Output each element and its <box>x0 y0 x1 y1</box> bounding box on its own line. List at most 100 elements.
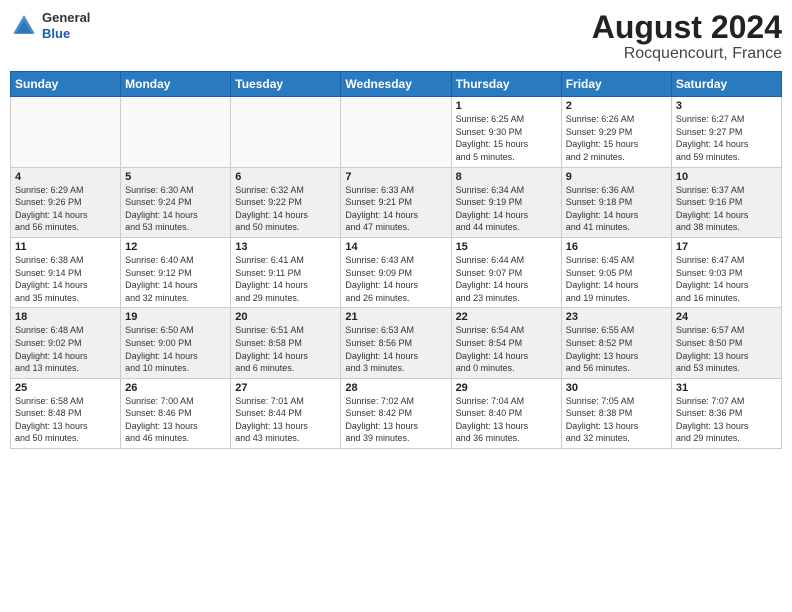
day-info: Sunrise: 6:57 AM Sunset: 8:50 PM Dayligh… <box>676 324 777 374</box>
day-number: 27 <box>235 382 336 394</box>
logo: General Blue <box>10 10 90 41</box>
day-number: 26 <box>125 382 226 394</box>
calendar-day-cell: 21Sunrise: 6:53 AM Sunset: 8:56 PM Dayli… <box>341 308 451 378</box>
day-info: Sunrise: 6:26 AM Sunset: 9:29 PM Dayligh… <box>566 113 667 163</box>
calendar-day-cell: 17Sunrise: 6:47 AM Sunset: 9:03 PM Dayli… <box>671 237 781 307</box>
day-info: Sunrise: 6:30 AM Sunset: 9:24 PM Dayligh… <box>125 184 226 234</box>
calendar-day-cell: 16Sunrise: 6:45 AM Sunset: 9:05 PM Dayli… <box>561 237 671 307</box>
day-of-week-header: Monday <box>121 72 231 97</box>
calendar-day-cell <box>11 97 121 167</box>
calendar-day-cell: 24Sunrise: 6:57 AM Sunset: 8:50 PM Dayli… <box>671 308 781 378</box>
day-info: Sunrise: 6:34 AM Sunset: 9:19 PM Dayligh… <box>456 184 557 234</box>
day-of-week-header: Wednesday <box>341 72 451 97</box>
calendar-day-cell: 14Sunrise: 6:43 AM Sunset: 9:09 PM Dayli… <box>341 237 451 307</box>
day-info: Sunrise: 6:54 AM Sunset: 8:54 PM Dayligh… <box>456 324 557 374</box>
day-number: 10 <box>676 171 777 183</box>
day-number: 3 <box>676 100 777 112</box>
calendar-day-cell: 25Sunrise: 6:58 AM Sunset: 8:48 PM Dayli… <box>11 378 121 448</box>
day-number: 30 <box>566 382 667 394</box>
day-number: 7 <box>345 171 446 183</box>
day-of-week-header: Tuesday <box>231 72 341 97</box>
day-info: Sunrise: 6:40 AM Sunset: 9:12 PM Dayligh… <box>125 254 226 304</box>
calendar-day-cell: 15Sunrise: 6:44 AM Sunset: 9:07 PM Dayli… <box>451 237 561 307</box>
calendar-day-cell: 23Sunrise: 6:55 AM Sunset: 8:52 PM Dayli… <box>561 308 671 378</box>
calendar-day-cell: 4Sunrise: 6:29 AM Sunset: 9:26 PM Daylig… <box>11 167 121 237</box>
day-info: Sunrise: 7:07 AM Sunset: 8:36 PM Dayligh… <box>676 395 777 445</box>
day-number: 20 <box>235 311 336 323</box>
calendar-day-cell <box>231 97 341 167</box>
calendar-day-cell: 13Sunrise: 6:41 AM Sunset: 9:11 PM Dayli… <box>231 237 341 307</box>
day-info: Sunrise: 6:55 AM Sunset: 8:52 PM Dayligh… <box>566 324 667 374</box>
calendar-day-cell: 2Sunrise: 6:26 AM Sunset: 9:29 PM Daylig… <box>561 97 671 167</box>
day-info: Sunrise: 6:33 AM Sunset: 9:21 PM Dayligh… <box>345 184 446 234</box>
calendar-header-row: SundayMondayTuesdayWednesdayThursdayFrid… <box>11 72 782 97</box>
calendar-week-row: 25Sunrise: 6:58 AM Sunset: 8:48 PM Dayli… <box>11 378 782 448</box>
calendar-day-cell: 30Sunrise: 7:05 AM Sunset: 8:38 PM Dayli… <box>561 378 671 448</box>
day-number: 25 <box>15 382 116 394</box>
calendar-day-cell: 27Sunrise: 7:01 AM Sunset: 8:44 PM Dayli… <box>231 378 341 448</box>
location: Rocquencourt, France <box>592 45 782 63</box>
day-info: Sunrise: 6:58 AM Sunset: 8:48 PM Dayligh… <box>15 395 116 445</box>
day-info: Sunrise: 7:02 AM Sunset: 8:42 PM Dayligh… <box>345 395 446 445</box>
day-info: Sunrise: 7:01 AM Sunset: 8:44 PM Dayligh… <box>235 395 336 445</box>
calendar-day-cell: 1Sunrise: 6:25 AM Sunset: 9:30 PM Daylig… <box>451 97 561 167</box>
logo-text: General Blue <box>42 10 90 41</box>
day-info: Sunrise: 6:48 AM Sunset: 9:02 PM Dayligh… <box>15 324 116 374</box>
day-info: Sunrise: 6:41 AM Sunset: 9:11 PM Dayligh… <box>235 254 336 304</box>
day-number: 5 <box>125 171 226 183</box>
calendar-day-cell: 6Sunrise: 6:32 AM Sunset: 9:22 PM Daylig… <box>231 167 341 237</box>
day-number: 23 <box>566 311 667 323</box>
day-number: 21 <box>345 311 446 323</box>
day-number: 12 <box>125 241 226 253</box>
day-info: Sunrise: 7:04 AM Sunset: 8:40 PM Dayligh… <box>456 395 557 445</box>
day-number: 28 <box>345 382 446 394</box>
calendar-day-cell: 28Sunrise: 7:02 AM Sunset: 8:42 PM Dayli… <box>341 378 451 448</box>
calendar-day-cell: 10Sunrise: 6:37 AM Sunset: 9:16 PM Dayli… <box>671 167 781 237</box>
day-number: 1 <box>456 100 557 112</box>
day-info: Sunrise: 6:38 AM Sunset: 9:14 PM Dayligh… <box>15 254 116 304</box>
day-number: 8 <box>456 171 557 183</box>
calendar-day-cell: 22Sunrise: 6:54 AM Sunset: 8:54 PM Dayli… <box>451 308 561 378</box>
day-number: 16 <box>566 241 667 253</box>
day-number: 9 <box>566 171 667 183</box>
day-number: 4 <box>15 171 116 183</box>
calendar-day-cell: 5Sunrise: 6:30 AM Sunset: 9:24 PM Daylig… <box>121 167 231 237</box>
calendar-day-cell <box>121 97 231 167</box>
calendar-day-cell <box>341 97 451 167</box>
day-number: 19 <box>125 311 226 323</box>
day-of-week-header: Thursday <box>451 72 561 97</box>
day-number: 22 <box>456 311 557 323</box>
day-number: 11 <box>15 241 116 253</box>
calendar-day-cell: 11Sunrise: 6:38 AM Sunset: 9:14 PM Dayli… <box>11 237 121 307</box>
calendar-day-cell: 29Sunrise: 7:04 AM Sunset: 8:40 PM Dayli… <box>451 378 561 448</box>
day-number: 29 <box>456 382 557 394</box>
title-block: August 2024 Rocquencourt, France <box>592 10 782 63</box>
day-number: 13 <box>235 241 336 253</box>
calendar-day-cell: 12Sunrise: 6:40 AM Sunset: 9:12 PM Dayli… <box>121 237 231 307</box>
month-year: August 2024 <box>592 10 782 45</box>
day-info: Sunrise: 6:45 AM Sunset: 9:05 PM Dayligh… <box>566 254 667 304</box>
calendar-week-row: 1Sunrise: 6:25 AM Sunset: 9:30 PM Daylig… <box>11 97 782 167</box>
day-number: 15 <box>456 241 557 253</box>
calendar-day-cell: 9Sunrise: 6:36 AM Sunset: 9:18 PM Daylig… <box>561 167 671 237</box>
calendar-day-cell: 18Sunrise: 6:48 AM Sunset: 9:02 PM Dayli… <box>11 308 121 378</box>
calendar-day-cell: 3Sunrise: 6:27 AM Sunset: 9:27 PM Daylig… <box>671 97 781 167</box>
day-of-week-header: Sunday <box>11 72 121 97</box>
day-of-week-header: Friday <box>561 72 671 97</box>
calendar-day-cell: 7Sunrise: 6:33 AM Sunset: 9:21 PM Daylig… <box>341 167 451 237</box>
day-number: 17 <box>676 241 777 253</box>
calendar-day-cell: 19Sunrise: 6:50 AM Sunset: 9:00 PM Dayli… <box>121 308 231 378</box>
day-number: 18 <box>15 311 116 323</box>
day-of-week-header: Saturday <box>671 72 781 97</box>
day-info: Sunrise: 6:51 AM Sunset: 8:58 PM Dayligh… <box>235 324 336 374</box>
day-info: Sunrise: 7:00 AM Sunset: 8:46 PM Dayligh… <box>125 395 226 445</box>
day-info: Sunrise: 6:50 AM Sunset: 9:00 PM Dayligh… <box>125 324 226 374</box>
day-info: Sunrise: 6:32 AM Sunset: 9:22 PM Dayligh… <box>235 184 336 234</box>
day-info: Sunrise: 6:36 AM Sunset: 9:18 PM Dayligh… <box>566 184 667 234</box>
calendar-table: SundayMondayTuesdayWednesdayThursdayFrid… <box>10 71 782 449</box>
day-info: Sunrise: 6:27 AM Sunset: 9:27 PM Dayligh… <box>676 113 777 163</box>
calendar-day-cell: 31Sunrise: 7:07 AM Sunset: 8:36 PM Dayli… <box>671 378 781 448</box>
day-number: 2 <box>566 100 667 112</box>
day-number: 24 <box>676 311 777 323</box>
logo-icon <box>10 12 38 40</box>
